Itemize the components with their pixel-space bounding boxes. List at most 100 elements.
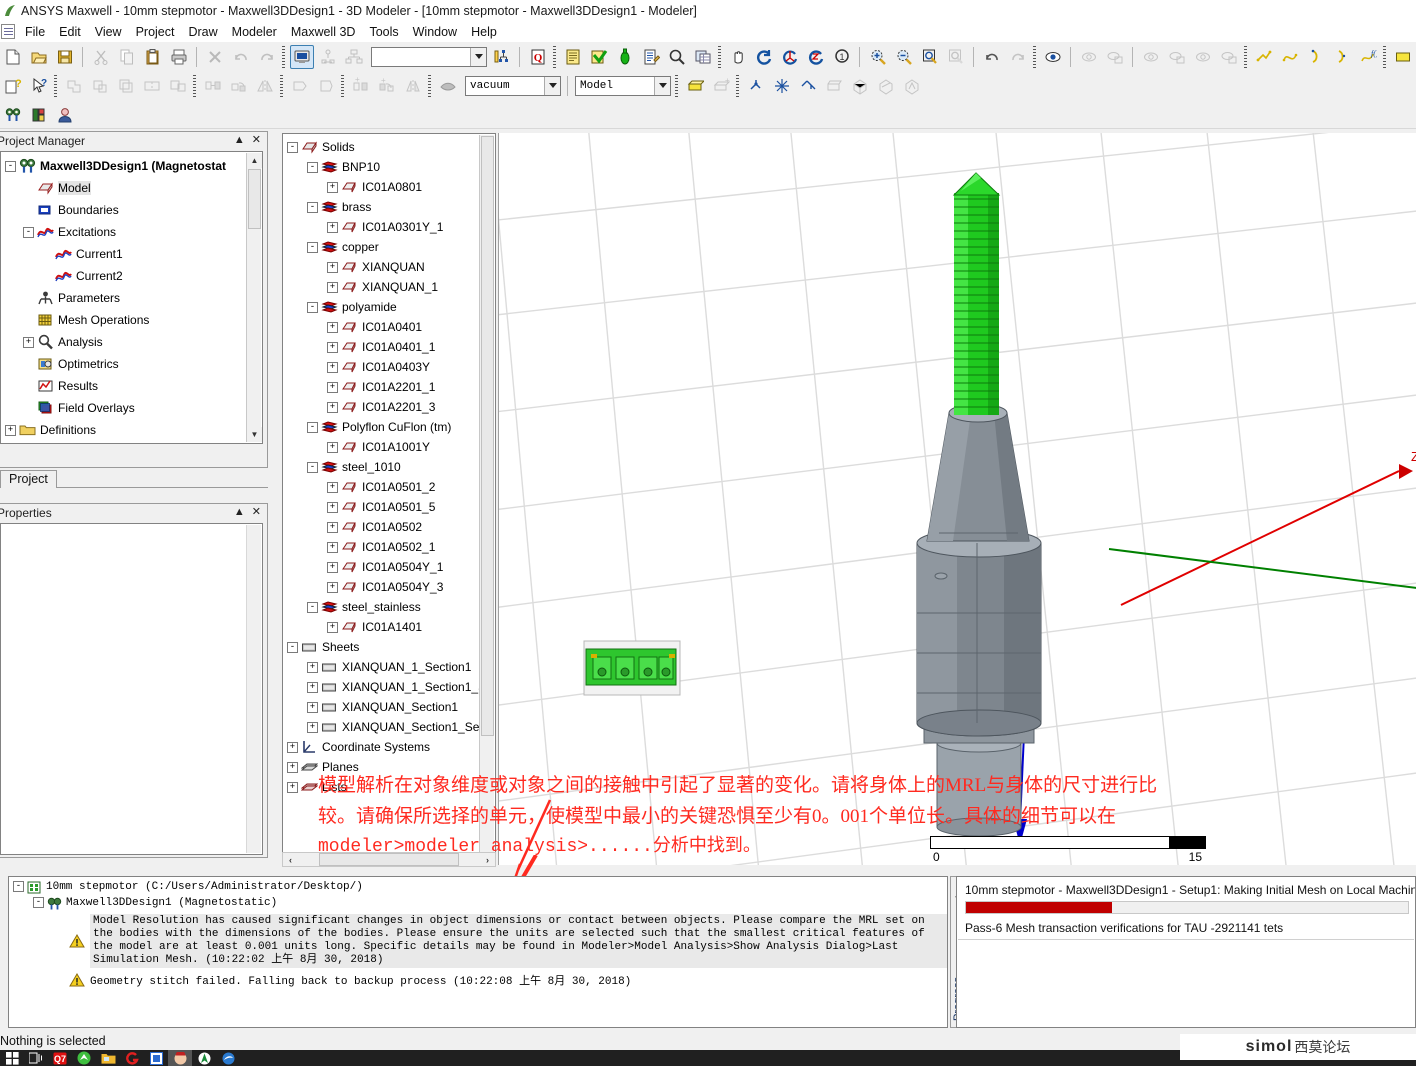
help-pointer-icon[interactable]: ?	[27, 74, 51, 98]
g-app-icon[interactable]	[120, 1050, 144, 1066]
expander-icon[interactable]: +	[327, 181, 338, 193]
tree-item[interactable]: + IC01A2201_3	[283, 397, 495, 417]
message-row[interactable]: Model Resolution has caused significant …	[69, 914, 947, 968]
toolbar-grip[interactable]	[1383, 45, 1386, 68]
scroll-thumb[interactable]	[481, 136, 494, 736]
expander-icon[interactable]: -	[307, 241, 318, 253]
zoom-out-icon[interactable]	[892, 45, 916, 69]
distribute-icon[interactable]	[342, 45, 366, 69]
help-context-icon[interactable]: ?	[1, 74, 25, 98]
expander-icon[interactable]: +	[327, 481, 338, 493]
duplicate-mirror-icon[interactable]	[401, 74, 425, 98]
tree-item[interactable]: + IC01A0401	[283, 317, 495, 337]
qq-icon[interactable]: Q7	[48, 1050, 72, 1066]
paste-icon[interactable]	[141, 45, 165, 69]
offset-icon[interactable]	[288, 74, 312, 98]
hscroll-thumb[interactable]	[319, 853, 459, 866]
tree-item[interactable]: - Sheets	[283, 637, 495, 657]
tree-item[interactable]: Current1	[1, 243, 262, 265]
message-manager-panel[interactable]: - 10mm stepmotor (C:/Users/Administrator…	[8, 876, 948, 1028]
tree-item[interactable]: + IC01A2201_1	[283, 377, 495, 397]
tree-item[interactable]: + Analysis	[1, 331, 262, 353]
model-history-tree[interactable]: - Solids - BNP10 + IC01A0801- brass + IC01A0301Y…	[282, 133, 496, 859]
draw-equation-curve-icon[interactable]: f()	[1356, 45, 1380, 69]
menu-window[interactable]: Window	[406, 23, 464, 41]
design-settings-icon[interactable]: Q	[526, 45, 550, 69]
tree-item[interactable]: + IC01A0403Y	[283, 357, 495, 377]
move-icon[interactable]	[201, 74, 225, 98]
validate-setup-icon[interactable]	[490, 45, 514, 69]
tree-item[interactable]: + Coordinate Systems	[283, 737, 495, 757]
project-tree-vscrollbar[interactable]: ▲ ▼	[246, 153, 262, 442]
file-explorer-icon[interactable]	[96, 1050, 120, 1066]
scroll-right-icon[interactable]: ›	[480, 852, 495, 867]
tree-item[interactable]: - BNP10	[283, 157, 495, 177]
model-tree-hscrollbar[interactable]: ‹ ›	[282, 852, 496, 868]
expander-icon[interactable]: +	[287, 761, 298, 773]
tree-item[interactable]: + Lists	[283, 777, 495, 797]
browser-green-icon[interactable]	[72, 1050, 96, 1066]
tree-item[interactable]: + IC01A0504Y_3	[283, 577, 495, 597]
collapse-icon[interactable]: ▲	[234, 135, 245, 146]
expander-icon[interactable]: -	[307, 301, 318, 313]
tree-item[interactable]: Model	[1, 177, 262, 199]
expander-icon[interactable]: +	[307, 721, 318, 733]
tree-item[interactable]: + IC01A0501_2	[283, 477, 495, 497]
tree-item[interactable]: Mesh Operations	[1, 309, 262, 331]
window-app-icon[interactable]	[144, 1050, 168, 1066]
toolbar-grip[interactable]	[280, 74, 283, 97]
expander-icon[interactable]: -	[13, 881, 24, 892]
show-others-icon[interactable]	[1217, 45, 1241, 69]
fit-all-icon[interactable]	[918, 45, 942, 69]
draw-line-icon[interactable]	[1252, 45, 1276, 69]
create-relative-cs-icon[interactable]: +	[709, 74, 733, 98]
expander-icon[interactable]: +	[307, 681, 318, 693]
mesh-stats-icon[interactable]	[900, 74, 924, 98]
properties-content[interactable]	[0, 523, 263, 855]
zoom-in-icon[interactable]	[866, 45, 890, 69]
expander-icon[interactable]: -	[287, 141, 298, 153]
expander-icon[interactable]: +	[327, 621, 338, 633]
material-selector[interactable]: vacuum	[465, 75, 561, 96]
tree-item[interactable]: + XIANQUAN	[283, 257, 495, 277]
model-selector[interactable]: Model	[575, 75, 671, 96]
tree-item[interactable]: + IC01A0502_1	[283, 537, 495, 557]
section-icon[interactable]	[436, 74, 460, 98]
expander-icon[interactable]: -	[307, 461, 318, 473]
expander-icon[interactable]: +	[327, 341, 338, 353]
duplicate-around-axis-icon[interactable]: +	[375, 74, 399, 98]
pan-icon[interactable]	[726, 45, 750, 69]
message-row[interactable]: Geometry stitch failed. Falling back to …	[69, 972, 947, 988]
toolbar-grip[interactable]	[341, 74, 344, 97]
expander-icon[interactable]: +	[327, 561, 338, 573]
redo-icon[interactable]	[255, 45, 279, 69]
tree-item[interactable]: + XIANQUAN_Section1_Sep	[283, 717, 495, 737]
scroll-left-icon[interactable]: ‹	[283, 852, 298, 867]
unite-icon[interactable]	[62, 74, 86, 98]
tree-item[interactable]: + XIANQUAN_1_Section1	[283, 657, 495, 677]
scroll-thumb[interactable]	[248, 169, 261, 229]
edge-icon[interactable]	[216, 1050, 240, 1066]
menu-view[interactable]: View	[88, 23, 129, 41]
expander-icon[interactable]: -	[307, 161, 318, 173]
undo-icon[interactable]	[229, 45, 253, 69]
chevron-down-icon[interactable]	[544, 76, 560, 95]
tree-item[interactable]: + IC01A0501_5	[283, 497, 495, 517]
copy-icon[interactable]	[115, 45, 139, 69]
new-file-icon[interactable]	[1, 45, 25, 69]
results-table-icon[interactable]	[691, 45, 715, 69]
toolbar-grip[interactable]	[282, 45, 285, 68]
validation-check-icon[interactable]	[587, 45, 611, 69]
tree-item[interactable]: - Maxwell3DDesign1 (Magnetostat	[1, 155, 262, 177]
tree-item[interactable]: + IC01A1001Y	[283, 437, 495, 457]
expander-icon[interactable]: +	[327, 381, 338, 393]
expander-icon[interactable]: +	[307, 701, 318, 713]
design-selector[interactable]	[371, 46, 487, 67]
expander-icon[interactable]: +	[327, 501, 338, 513]
tree-item[interactable]: Field Overlays	[1, 397, 262, 419]
tree-item[interactable]: + Definitions	[1, 419, 262, 441]
expander-icon[interactable]: +	[327, 521, 338, 533]
expander-icon[interactable]: -	[33, 897, 44, 908]
toolbar-grip[interactable]	[1244, 45, 1247, 68]
tree-item[interactable]: + IC01A0301Y_1	[283, 217, 495, 237]
